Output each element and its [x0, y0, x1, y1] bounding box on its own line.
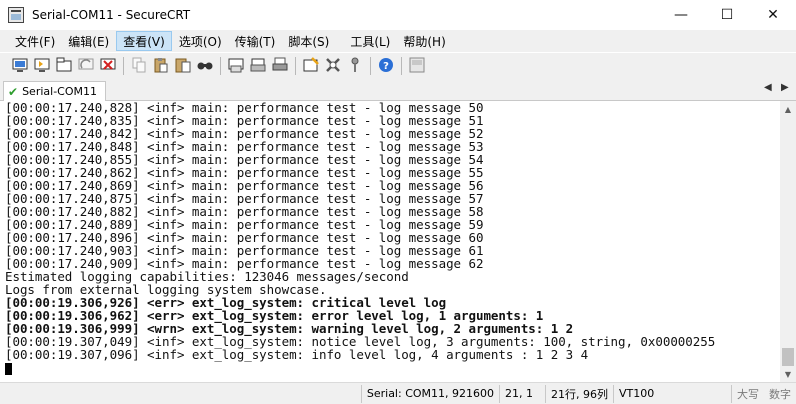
- connected-check-icon: ✔: [8, 84, 19, 99]
- status-caps-lock: 大写: [731, 384, 764, 403]
- print-screen-icon: [227, 56, 245, 77]
- session-tab-label: Serial-COM11: [22, 85, 97, 98]
- quick-connect-button[interactable]: [31, 55, 53, 77]
- session-tab[interactable]: ✔ Serial-COM11: [3, 81, 106, 101]
- connect-icon: [11, 56, 29, 77]
- toolbar-separator: [370, 57, 371, 75]
- print-selection-icon: [249, 56, 267, 77]
- menu-script[interactable]: 脚本(S): [282, 31, 335, 51]
- status-bar: Serial: COM11, 921600 21, 1 21行, 96列 VT1…: [0, 382, 796, 404]
- window-controls: — ☐ ✕: [658, 0, 796, 30]
- svg-text:?: ?: [383, 61, 389, 72]
- minimize-button[interactable]: —: [658, 0, 704, 30]
- print-button[interactable]: [269, 55, 291, 77]
- terminal-prompt-line: [5, 361, 780, 375]
- terminal-scrollbar[interactable]: ▲ ▼: [780, 101, 796, 382]
- connect-button[interactable]: [9, 55, 31, 77]
- copy-paste-icon: [174, 56, 192, 77]
- menu-transfer[interactable]: 传输(T): [229, 31, 282, 51]
- help-button[interactable]: ?: [375, 55, 397, 77]
- copy-icon: [130, 56, 148, 77]
- terminal-cursor: [5, 362, 12, 375]
- find-button[interactable]: [194, 55, 216, 77]
- connect-tab-button[interactable]: [53, 55, 75, 77]
- toolbar-separator: [295, 57, 296, 75]
- toolbar-separator: [123, 57, 124, 75]
- scroll-up-icon[interactable]: ▲: [780, 101, 796, 117]
- sftp-icon: [408, 56, 426, 77]
- maximize-button[interactable]: ☐: [704, 0, 750, 30]
- session-tab-bar: ✔ Serial-COM11 ◀ ▶: [0, 79, 796, 101]
- global-options-icon: [324, 56, 342, 77]
- menu-tools[interactable]: 工具(L): [344, 31, 396, 51]
- copy-paste-button[interactable]: [172, 55, 194, 77]
- tab-scroll-left-icon[interactable]: ◀: [764, 82, 772, 93]
- terminal-output[interactable]: [00:00:17.240,828] <inf> main: performan…: [0, 101, 780, 382]
- toolbar-separator: [401, 57, 402, 75]
- sftp-button[interactable]: [406, 55, 428, 77]
- window-title: Serial-COM11 - SecureCRT: [32, 8, 191, 22]
- keymap-icon: [346, 56, 364, 77]
- status-rows-cols: 21行, 96列: [545, 384, 613, 403]
- menu-help[interactable]: 帮助(H): [397, 31, 451, 51]
- status-connection: Serial: COM11, 921600: [360, 384, 499, 403]
- status-num-lock: 数字: [769, 387, 791, 401]
- quick-connect-icon: [33, 56, 51, 77]
- status-terminal-type: VT100: [613, 384, 731, 403]
- find-icon: [196, 56, 214, 77]
- disconnect-button[interactable]: [97, 55, 119, 77]
- reconnect-icon: [77, 56, 95, 77]
- reconnect-button[interactable]: [75, 55, 97, 77]
- global-options-button[interactable]: [322, 55, 344, 77]
- menu-file[interactable]: 文件(F): [9, 31, 61, 51]
- title-bar: Serial-COM11 - SecureCRT — ☐ ✕: [0, 0, 796, 30]
- paste-icon: [152, 56, 170, 77]
- session-options-icon: [302, 56, 320, 77]
- print-screen-button[interactable]: [225, 55, 247, 77]
- connect-tab-icon: [55, 56, 73, 77]
- menu-edit[interactable]: 编辑(E): [62, 31, 115, 51]
- toolbar: ?: [0, 53, 796, 79]
- menu-options[interactable]: 选项(O): [173, 31, 228, 51]
- terminal-line: [00:00:19.307,096] <inf> ext_log_system:…: [5, 347, 589, 362]
- print-selection-button[interactable]: [247, 55, 269, 77]
- toolbar-separator: [220, 57, 221, 75]
- close-button[interactable]: ✕: [750, 0, 796, 30]
- keymap-button[interactable]: [344, 55, 366, 77]
- securecrt-app-icon[interactable]: [8, 7, 24, 23]
- copy-button[interactable]: [128, 55, 150, 77]
- menu-view[interactable]: 查看(V): [116, 31, 172, 51]
- menu-bar: 文件(F) 编辑(E) 查看(V) 选项(O) 传输(T) 脚本(S) 工具(L…: [0, 30, 796, 52]
- print-icon: [271, 56, 289, 77]
- session-options-button[interactable]: [300, 55, 322, 77]
- help-icon: ?: [377, 56, 395, 77]
- disconnect-icon: [99, 56, 117, 77]
- scrollbar-thumb[interactable]: [782, 348, 794, 366]
- tab-scroll-right-icon[interactable]: ▶: [781, 82, 789, 93]
- paste-button[interactable]: [150, 55, 172, 77]
- scroll-down-icon[interactable]: ▼: [780, 366, 796, 382]
- status-cursor-position: 21, 1: [499, 384, 545, 403]
